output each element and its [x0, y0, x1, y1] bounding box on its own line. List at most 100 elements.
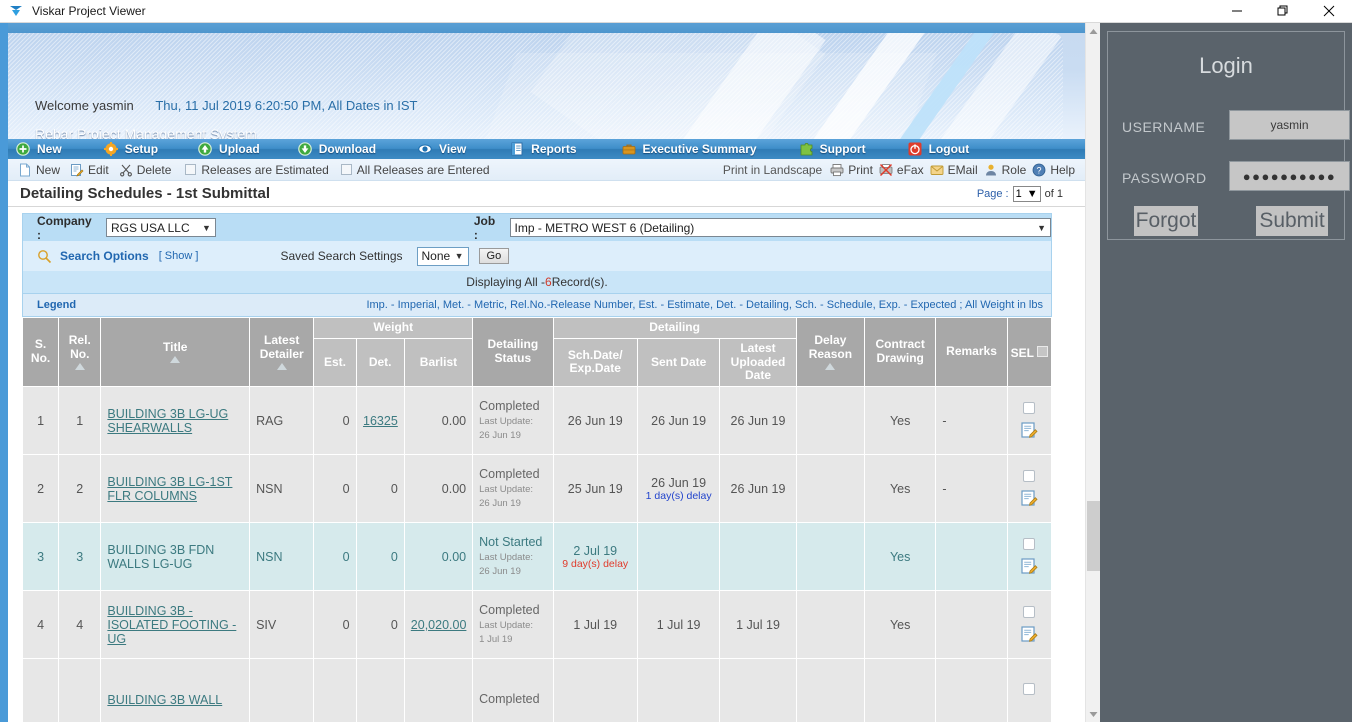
scroll-up-button[interactable] [1086, 23, 1101, 39]
user-role-icon [985, 164, 996, 175]
cell-sel[interactable] [1006, 590, 1053, 660]
table-row[interactable]: 1 1 BUILDING 3B LG-UG SHEARWALLS RAG 0 1… [21, 386, 1053, 456]
row-checkbox[interactable] [1023, 402, 1036, 415]
close-button[interactable] [1306, 0, 1352, 22]
search-show-link[interactable]: [ Show ] [159, 250, 199, 262]
barlist-link[interactable]: 20,020.00 [411, 618, 467, 632]
cell-contract-drawing: Yes [864, 590, 937, 660]
scroll-down-button[interactable] [1086, 706, 1101, 722]
title-link[interactable]: BUILDING 3B LG-UG SHEARWALLS [107, 407, 228, 435]
left-blue-strip [0, 23, 8, 722]
minimize-button[interactable] [1214, 0, 1260, 22]
title-link[interactable]: BUILDING 3B - ISOLATED FOOTING -UG [107, 604, 236, 646]
table-row[interactable]: BUILDING 3B WALL Completed [21, 658, 1053, 722]
action-help[interactable]: ? Help [1032, 163, 1075, 177]
scrollbar-thumb[interactable] [1087, 501, 1100, 571]
forgot-button[interactable]: Forgot [1134, 206, 1198, 236]
cell-detailer: RAG [249, 386, 315, 456]
menu-item-new[interactable]: New [8, 139, 62, 159]
row-checkbox[interactable] [1023, 538, 1036, 551]
action-email[interactable]: EMail [930, 163, 978, 177]
table-row[interactable]: 2 2 BUILDING 3B LG-1ST FLR COLUMNS NSN 0… [21, 454, 1053, 524]
sch-delay-text: 9 day(s) delay [562, 557, 629, 570]
action-new[interactable]: New [18, 163, 60, 177]
sort-asc-icon [825, 363, 836, 371]
status-text: Not Started [479, 534, 543, 549]
cell-title[interactable]: BUILDING 3B LG-UG SHEARWALLS [100, 386, 251, 456]
vertical-scrollbar[interactable] [1085, 23, 1100, 722]
cell-det[interactable]: 16325 [355, 386, 405, 456]
th-sch-exp-date: Sch.Date/ Exp.Date [552, 337, 638, 388]
action-delete[interactable]: Delete [119, 163, 171, 177]
sch-date-text: 1 Jul 19 [573, 617, 618, 632]
password-field[interactable]: ●●●●●●●●●● [1229, 161, 1350, 191]
checkbox-box[interactable] [185, 164, 197, 175]
cell-delay-reason [795, 658, 866, 722]
cell-barlist: 0.00 [403, 386, 474, 456]
det-link[interactable]: 16325 [363, 414, 398, 428]
status-update-label: Last Update: [479, 619, 534, 631]
cell-sel[interactable] [1006, 522, 1053, 592]
saved-search-select[interactable]: None ▼ [416, 246, 469, 266]
username-field[interactable]: yasmin [1229, 110, 1350, 140]
search-options-link[interactable]: Search Options [60, 249, 149, 263]
cell-title[interactable]: BUILDING 3B - ISOLATED FOOTING -UG [100, 590, 251, 660]
th-delay-reason[interactable]: Delay Reason [795, 316, 866, 388]
cell-remarks [935, 658, 1008, 722]
cell-delay-reason [795, 454, 866, 524]
checkbox-all-releases-entered[interactable]: All Releases are Entered [340, 163, 490, 177]
cell-sel[interactable] [1006, 658, 1053, 722]
th-title[interactable]: Title [100, 316, 251, 388]
cell-rel-no: 4 [58, 590, 102, 660]
banner-graphic [8, 33, 1063, 139]
download-arrow-icon [297, 142, 312, 156]
menu-item-view[interactable]: View [376, 139, 466, 159]
page-select[interactable]: 1 ▼ [1012, 185, 1041, 202]
checkbox-releases-estimated[interactable]: Releases are Estimated [185, 163, 329, 177]
filter-panel: Company : RGS USA LLC ▼ Job : Imp - METR… [22, 213, 1052, 317]
cell-sent-date: 26 Jun 19 [636, 386, 721, 456]
cell-sel[interactable] [1006, 386, 1053, 456]
select-all-checkbox[interactable] [1037, 346, 1049, 358]
table-row[interactable]: 4 4 BUILDING 3B - ISOLATED FOOTING -UG S… [21, 590, 1053, 660]
cell-title[interactable]: BUILDING 3B FDN WALLS LG-UG [100, 522, 251, 592]
cell-delay-reason [795, 386, 866, 456]
cell-title[interactable]: BUILDING 3B LG-1ST FLR COLUMNS [100, 454, 251, 524]
banner-top-strip [8, 23, 1085, 33]
search-go-button[interactable]: Go [478, 248, 510, 264]
menu-item-upload[interactable]: Upload [158, 139, 260, 159]
row-checkbox[interactable] [1023, 606, 1036, 619]
cell-sent-date: 26 Jun 19 1 day(s) delay [636, 454, 721, 524]
cell-barlist: 0.00 [403, 454, 474, 524]
cell-delay-reason [795, 590, 866, 660]
company-select[interactable]: RGS USA LLC ▼ [105, 218, 216, 237]
cell-contract-drawing [864, 658, 937, 722]
submit-button[interactable]: Submit [1256, 206, 1328, 236]
action-efax[interactable]: eFax [879, 163, 924, 177]
action-role[interactable]: Role [984, 163, 1026, 177]
row-checkbox[interactable] [1023, 682, 1036, 695]
cell-det [355, 658, 405, 722]
cell-title[interactable]: BUILDING 3B WALL [100, 658, 251, 722]
th-latest-detailer[interactable]: Latest Detailer [249, 316, 315, 388]
th-sel[interactable]: SEL [1006, 316, 1053, 388]
cell-barlist[interactable]: 20,020.00 [403, 590, 474, 660]
table-row[interactable]: 3 3 BUILDING 3B FDN WALLS LG-UG NSN 0 0 … [21, 522, 1053, 592]
row-checkbox[interactable] [1023, 470, 1036, 483]
cell-status: Completed Last Update: 26 Jun 19 [472, 454, 554, 524]
menu-item-download[interactable]: Download [260, 139, 376, 159]
job-select[interactable]: Imp - METRO WEST 6 (Detailing) ▼ [509, 218, 1051, 237]
title-link[interactable]: BUILDING 3B LG-1ST FLR COLUMNS [107, 475, 232, 503]
cell-sel[interactable] [1006, 454, 1053, 524]
th-rel-no[interactable]: Rel. No. [58, 316, 102, 388]
menu-item-setup[interactable]: Setup [62, 139, 158, 159]
maximize-button[interactable] [1260, 0, 1306, 22]
action-edit[interactable]: Edit [70, 163, 109, 177]
action-print[interactable]: Print [830, 163, 873, 177]
menu-item-executive-summary[interactable]: Executive Summary [577, 139, 757, 159]
menu-item-support[interactable]: Support [757, 139, 866, 159]
checkbox-box[interactable] [340, 164, 352, 175]
menu-item-logout[interactable]: Logout [866, 139, 969, 159]
menu-item-reports[interactable]: Reports [466, 139, 577, 159]
chevron-down-icon: ▼ [454, 251, 464, 261]
